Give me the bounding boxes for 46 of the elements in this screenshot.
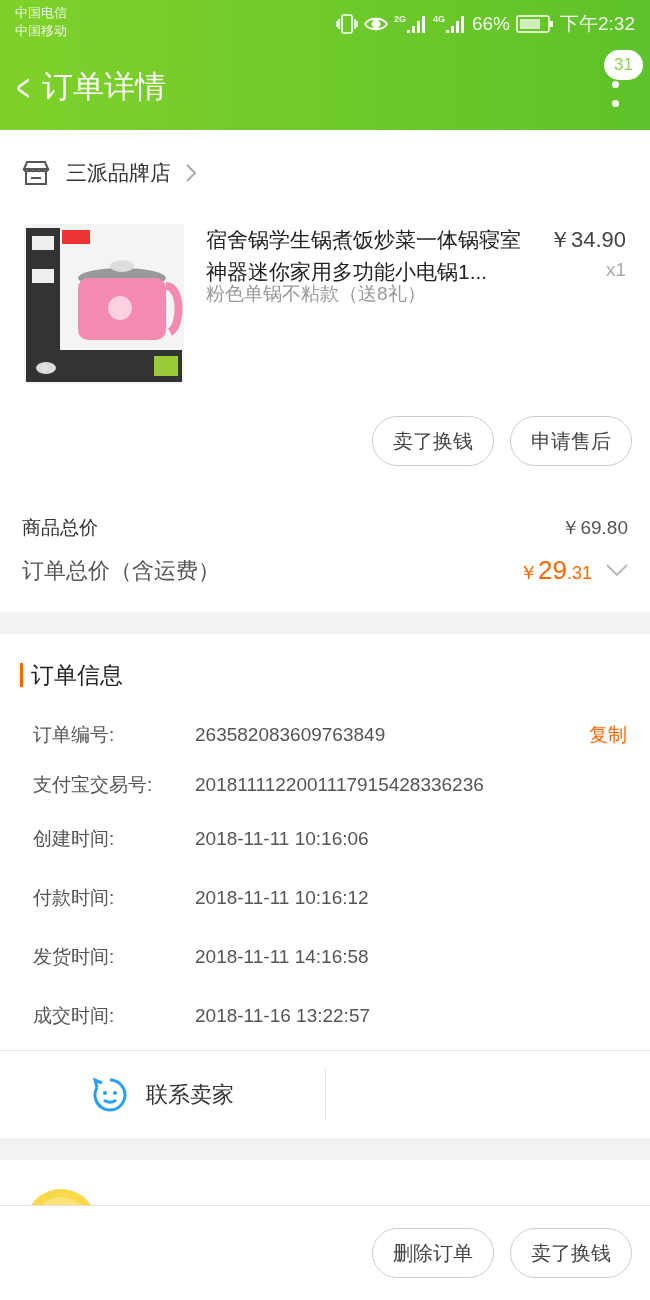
clock-time: 下午2:32: [560, 12, 635, 36]
info-value: 2018111122001117915428336236: [195, 772, 485, 797]
info-label: 付款时间:: [33, 886, 116, 911]
info-label: 成交时间:: [33, 1004, 116, 1029]
order-total-value: ￥29.31: [519, 553, 592, 587]
contact-seller-button[interactable]: 联系卖家: [0, 1069, 326, 1120]
signal-icon: [406, 15, 427, 34]
action-button[interactable]: 卖了换钱: [510, 1228, 632, 1278]
info-value: 263582083609763849: [195, 722, 387, 747]
info-value: 2018-11-11 10:16:06: [195, 827, 370, 852]
info-label: 支付宝交易号:: [33, 772, 154, 797]
more-menu-icon[interactable]: [610, 81, 620, 107]
store-icon: [22, 160, 50, 186]
accent-bar: [20, 662, 23, 687]
product-price: ￥34.90: [548, 226, 626, 254]
page-title: 订单详情: [42, 68, 167, 107]
info-value: 2018-11-11 14:16:58: [195, 945, 370, 970]
section-title: 订单信息: [31, 660, 123, 690]
product-title: 宿舍锅学生锅煮饭炒菜一体锅寝室神器迷你家用多功能小电锅1...: [206, 227, 522, 284]
chevron-right-icon: [185, 163, 197, 183]
carrier-name: 中国移动: [15, 22, 67, 40]
action-button[interactable]: 申请售后: [510, 416, 632, 466]
network-label: 2G: [393, 15, 406, 25]
chevron-down-icon[interactable]: [606, 564, 628, 576]
product-quantity: x1: [605, 258, 626, 282]
network-label: 4G: [432, 15, 445, 25]
battery-icon: [516, 15, 554, 34]
shop-link[interactable]: 三派品牌店: [66, 157, 197, 189]
info-value: 2018-11-11 10:16:12: [195, 886, 370, 911]
smiley-icon: [91, 1076, 128, 1113]
eye-icon: [363, 16, 388, 33]
order-total-label: 订单总价（含运费）: [22, 556, 220, 585]
info-label: 发货时间:: [33, 945, 116, 970]
vibrate-icon: [335, 14, 358, 35]
action-button[interactable]: 删除订单: [372, 1228, 494, 1278]
info-label: 订单编号:: [33, 722, 116, 747]
goods-total-label: 商品总价: [22, 516, 98, 540]
carrier-name: 中国电信: [15, 4, 67, 22]
notification-badge: 31: [604, 50, 643, 80]
info-value: 2018-11-16 13:22:57: [195, 1004, 372, 1029]
battery-percent: 66%: [472, 12, 510, 36]
goods-total-value: ￥69.80: [561, 516, 628, 540]
product-variant: 粉色单锅不粘款（送8礼）: [206, 282, 427, 306]
signal-icon: [446, 15, 466, 34]
info-label: 创建时间:: [33, 827, 116, 852]
action-button[interactable]: 卖了换钱: [372, 416, 494, 466]
